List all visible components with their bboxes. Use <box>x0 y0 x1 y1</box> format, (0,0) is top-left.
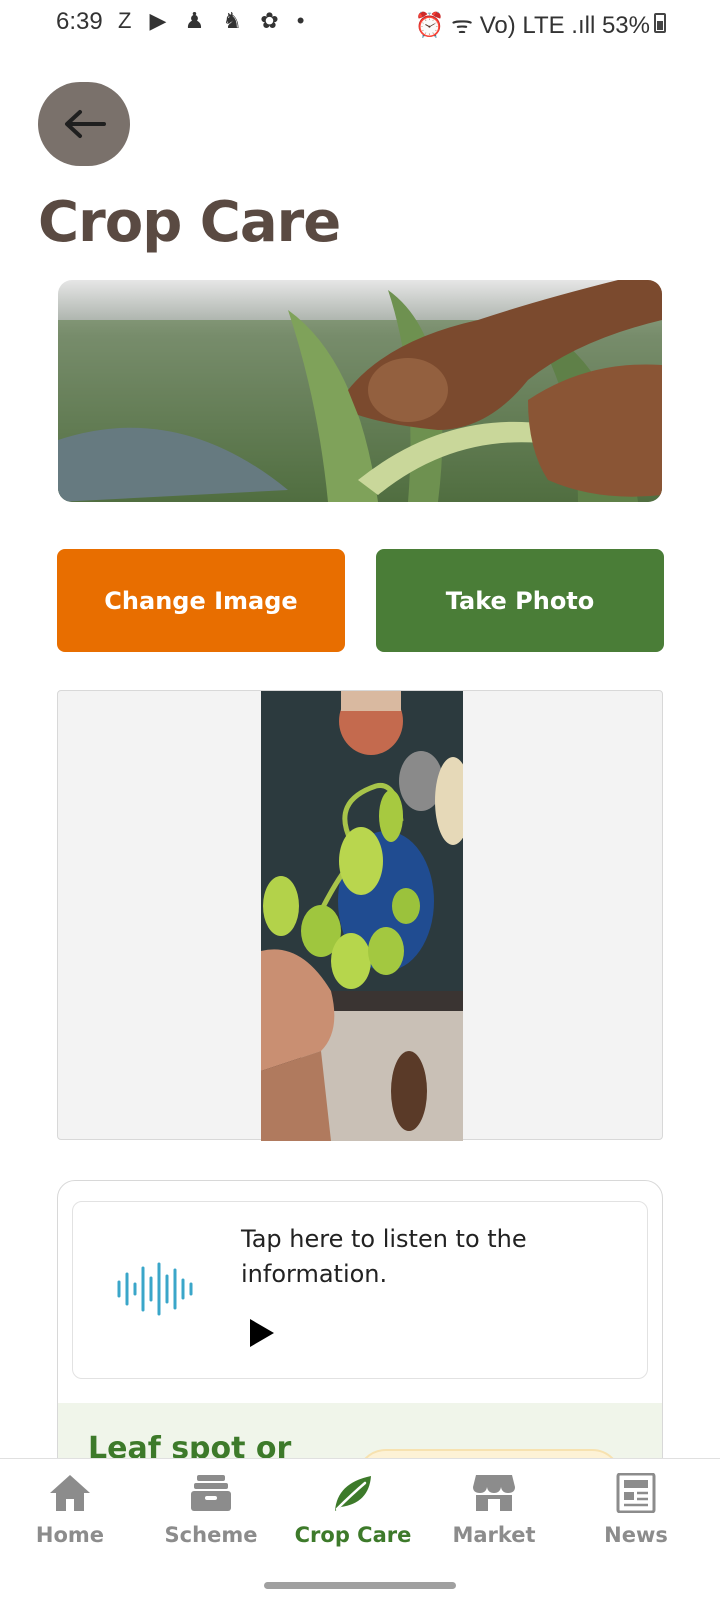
listen-audio-card[interactable]: Tap here to listen to the information. <box>72 1201 648 1379</box>
info-card: Tap here to listen to the information. L… <box>57 1180 663 1480</box>
battery-icon <box>654 13 666 33</box>
status-bar: 6:39 Z ▶ ♟ ♞ ✿ • ⏰ ᯤ Vo) LTE .ıll 53% <box>0 0 720 46</box>
back-button[interactable] <box>38 82 130 166</box>
bottom-navigation: Home Scheme Crop Care Market News <box>0 1458 720 1601</box>
store-icon <box>473 1475 515 1511</box>
nav-item-market[interactable]: Market <box>429 1473 559 1573</box>
scheme-icon <box>191 1475 231 1511</box>
image-preview <box>57 690 663 1141</box>
status-right-indicators: ⏰ ᯤ Vo) LTE .ıll 53% <box>414 12 650 39</box>
change-image-button[interactable]: Change Image <box>57 549 345 652</box>
audio-wave-icon <box>117 1262 193 1316</box>
arrow-left-icon <box>65 110 106 138</box>
status-time: 6:39 <box>56 8 103 35</box>
uploaded-plant-photo <box>261 691 463 1141</box>
nav-label: Scheme <box>164 1523 258 1547</box>
listen-instruction-text: Tap here to listen to the information. <box>241 1225 527 1288</box>
nav-label: Crop Care <box>294 1523 412 1547</box>
nav-item-crop-care[interactable]: Crop Care <box>288 1473 418 1573</box>
take-photo-button[interactable]: Take Photo <box>376 549 664 652</box>
hero-image <box>58 280 662 502</box>
news-icon <box>616 1473 656 1513</box>
leaf-icon <box>335 1476 371 1511</box>
page-title: Crop Care <box>38 190 341 255</box>
gesture-home-indicator[interactable] <box>264 1582 456 1589</box>
home-icon <box>50 1475 90 1511</box>
nav-item-home[interactable]: Home <box>5 1473 135 1573</box>
nav-item-news[interactable]: News <box>571 1473 701 1573</box>
play-icon[interactable] <box>249 1318 275 1348</box>
nav-item-scheme[interactable]: Scheme <box>146 1473 276 1573</box>
nav-label: News <box>604 1523 668 1547</box>
notification-icons: Z ▶ ♟ ♞ ✿ • <box>118 8 311 33</box>
nav-label: Home <box>35 1523 105 1547</box>
nav-label: Market <box>452 1523 536 1547</box>
